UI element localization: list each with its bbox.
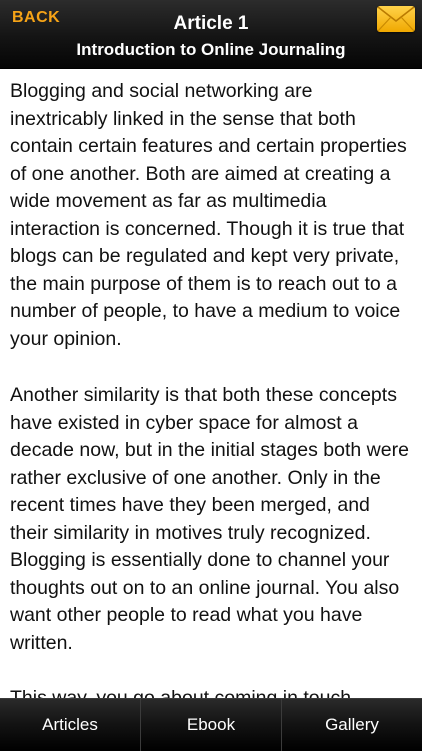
envelope-icon (377, 6, 415, 32)
tab-gallery[interactable]: Gallery (281, 699, 422, 751)
mail-button[interactable] (377, 6, 415, 32)
article-paragraph: Another similarity is that both these co… (10, 384, 409, 654)
page-title: Article 1 (173, 13, 249, 34)
tab-ebook[interactable]: Ebook (140, 699, 281, 751)
tab-articles[interactable]: Articles (0, 699, 140, 751)
article-content[interactable]: Blogging and social networking are inext… (0, 69, 422, 698)
page-subtitle: Introduction to Online Journaling (76, 40, 346, 59)
article-paragraph: Blogging and social networking are inext… (10, 80, 407, 350)
nav-header: BACK Article 1 Introduction to Online Jo… (0, 0, 422, 69)
article-paragraph: This way, you go about coming in touch (10, 687, 352, 698)
tab-bar: Articles Ebook Gallery (0, 698, 422, 751)
